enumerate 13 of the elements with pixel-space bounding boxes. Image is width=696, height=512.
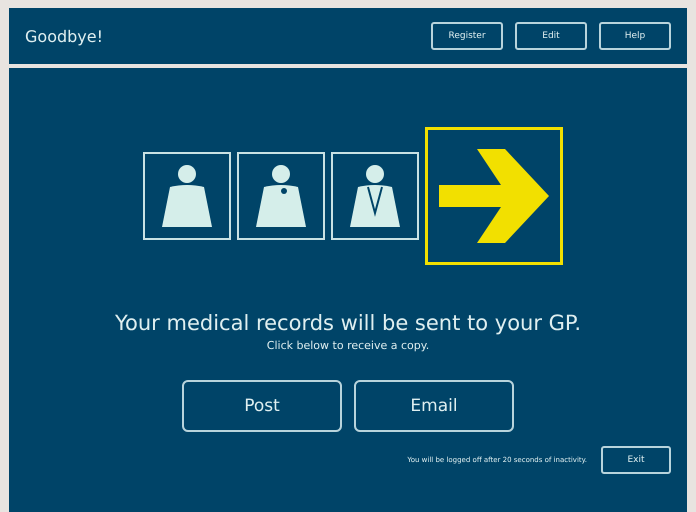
doctor-icon	[254, 163, 308, 229]
header-button[interactable]: Register	[431, 22, 503, 50]
header-button[interactable]: Edit	[515, 22, 587, 50]
exit-button[interactable]: Exit	[601, 446, 671, 474]
message-subtext: Click below to receive a copy.	[266, 339, 430, 352]
option-button[interactable]: Email	[354, 380, 514, 432]
message-heading: Your medical records will be sent to your GP.	[114, 311, 582, 335]
person-icon	[160, 163, 214, 229]
page-title: Goodbye!	[25, 26, 104, 46]
arrow-icon	[439, 149, 549, 243]
option-button[interactable]: Post	[182, 380, 342, 432]
header-button[interactable]: Help	[599, 22, 671, 50]
clinician-icon	[348, 163, 402, 229]
